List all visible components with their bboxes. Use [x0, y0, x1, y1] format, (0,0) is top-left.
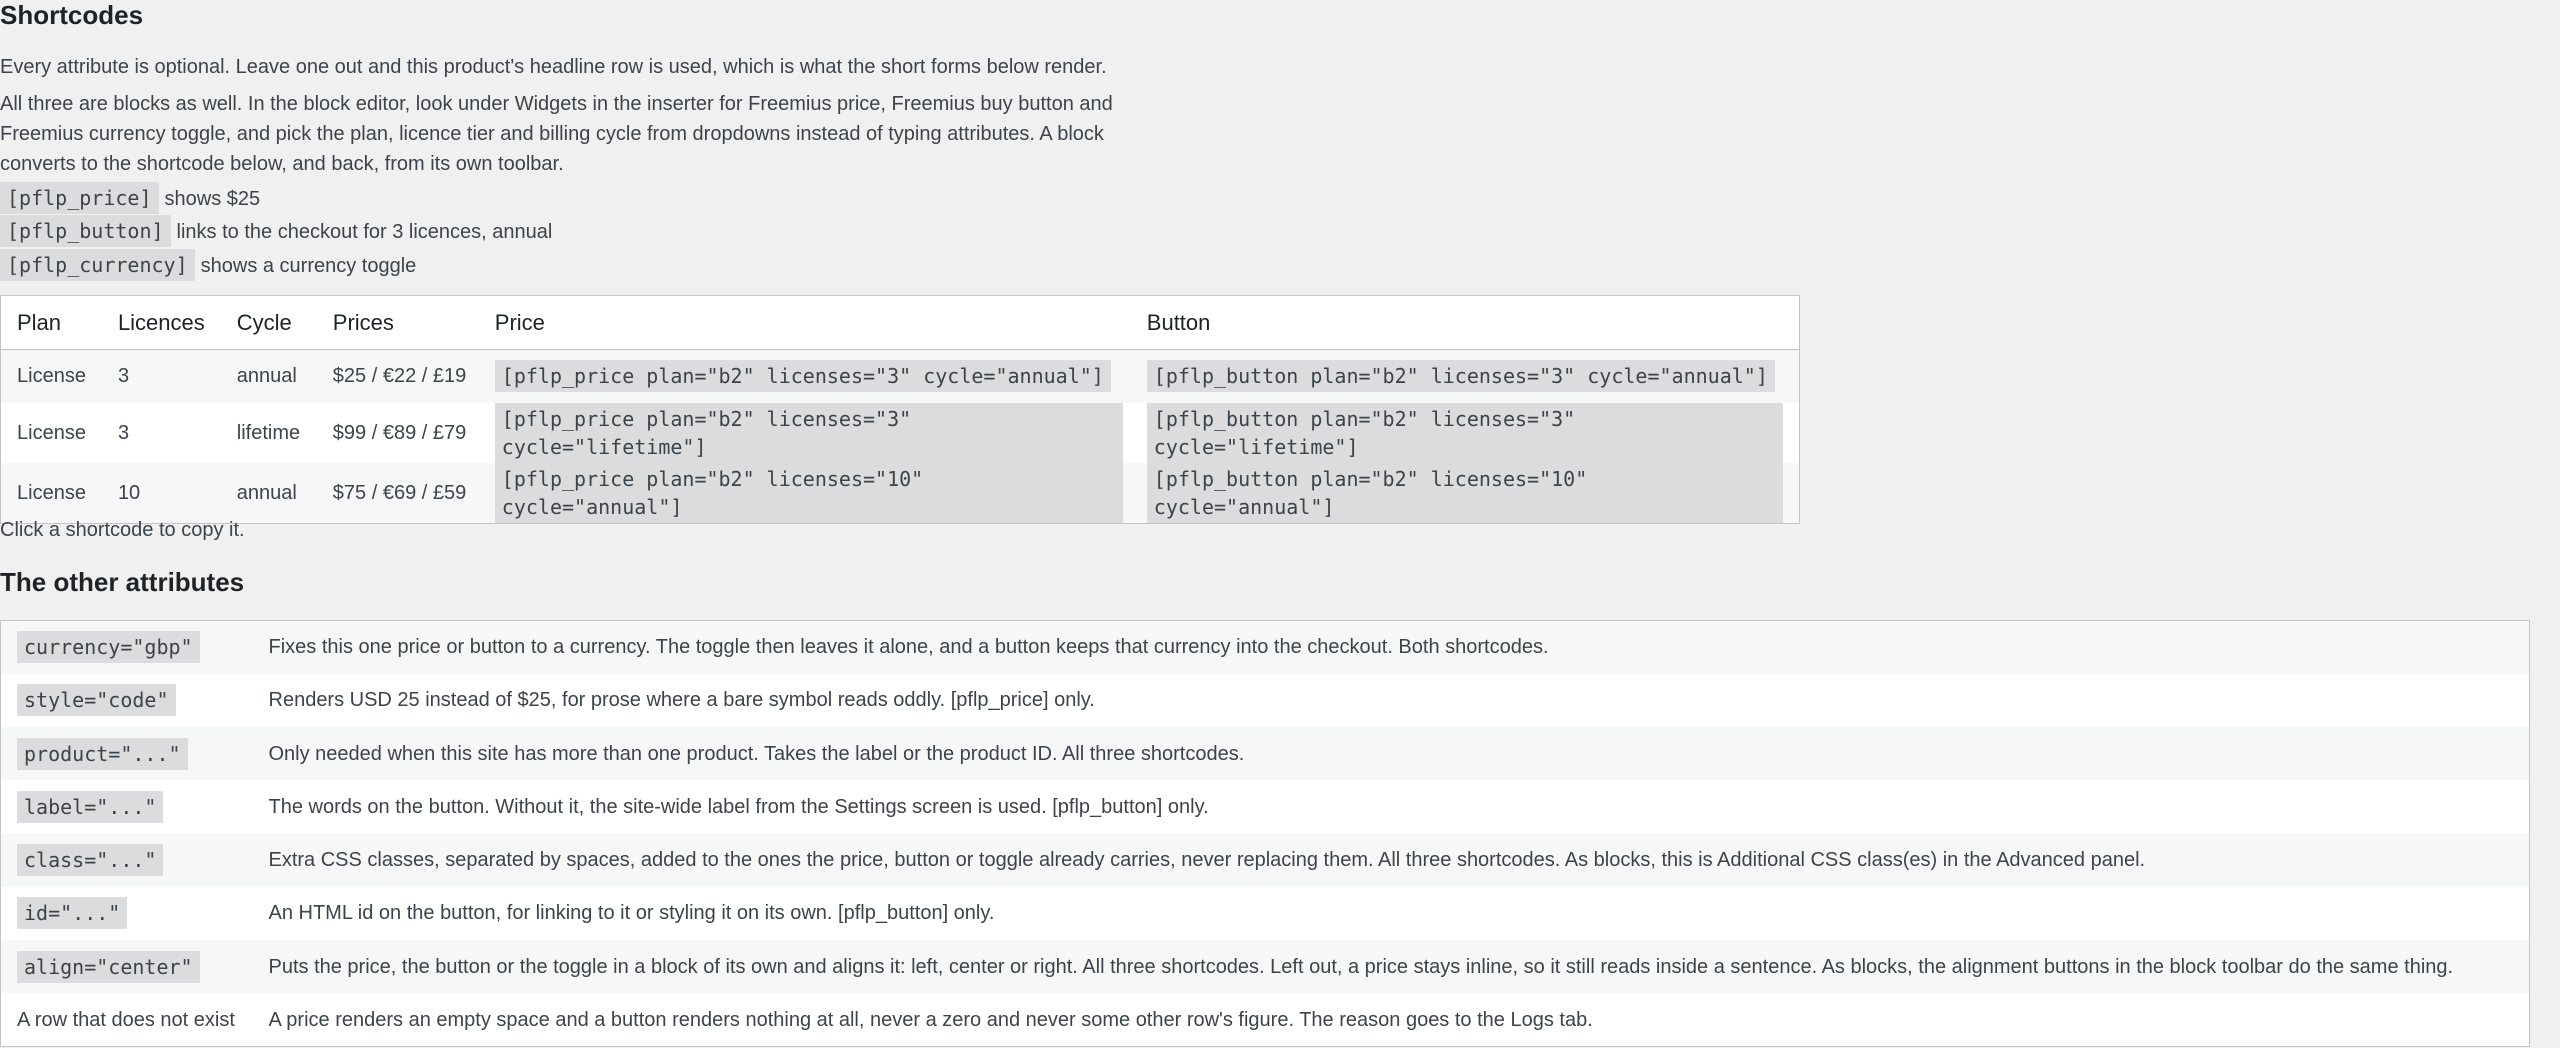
prices-cell: $25 / €22 / £19: [316, 349, 487, 403]
blocks-note: All three are blocks as well. In the blo…: [0, 93, 1113, 175]
price-shortcode[interactable]: [pflp_price]: [0, 182, 159, 214]
col-price-header: Price: [486, 295, 1139, 350]
price-shortcode[interactable]: [pflp_price plan="b2" licenses="3" cycle…: [494, 402, 1123, 463]
licences-cell: 3: [101, 349, 221, 403]
attribute-desc: An HTML id on the button, for linking to…: [254, 886, 2530, 940]
attribute-key-cell: style="code": [0, 673, 255, 727]
price-code-cell: [pflp_price plan="b2" licenses="3" cycle…: [486, 349, 1139, 403]
button-shortcode[interactable]: [pflp_button plan="b2" licenses="3" cycl…: [1146, 360, 1775, 393]
button-code-cell: [pflp_button plan="b2" licenses="10" cyc…: [1138, 462, 1800, 523]
prices-cell: $75 / €69 / £59: [316, 462, 487, 523]
plan-cell: License: [0, 402, 102, 463]
attribute-key-cell: align="center": [0, 940, 255, 994]
attribute-desc: Renders USD 25 instead of $25, for prose…: [254, 673, 2530, 727]
col-prices-header: Prices: [316, 295, 487, 350]
attribute-desc: Fixes this one price or button to a curr…: [254, 620, 2530, 674]
attribute-row: style="code" Renders USD 25 instead of $…: [0, 673, 2530, 727]
cycle-cell: lifetime: [220, 402, 317, 463]
copy-hint: Click a shortcode to copy it.: [0, 519, 245, 541]
price-code-cell: [pflp_price plan="b2" licenses="3" cycle…: [486, 402, 1139, 463]
attribute-row: A row that does not exist A price render…: [0, 993, 2530, 1047]
plans-table: Plan Licences Cycle Prices Price Button …: [0, 295, 1800, 524]
col-button-header: Button: [1138, 295, 1800, 350]
shortcodes-heading: Shortcodes: [0, 0, 144, 30]
table-row: License 10 annual $75 / €69 / £59 [pflp_…: [0, 462, 1800, 523]
attribute-row: class="..." Extra CSS classes, separated…: [0, 833, 2530, 887]
short-form-desc: shows $25: [164, 188, 261, 210]
short-form-button: [pflp_button] links to the checkout for 3…: [0, 215, 552, 247]
prices-cell: $99 / €89 / £79: [316, 402, 487, 463]
short-form-desc: links to the checkout for 3 licences, an…: [176, 221, 553, 243]
attributes-table: currency="gbp" Fixes this one price or b…: [0, 620, 2530, 1047]
button-code-cell: [pflp_button plan="b2" licenses="3" cycl…: [1138, 349, 1800, 403]
price-shortcode[interactable]: [pflp_price plan="b2" licenses="10" cycl…: [494, 462, 1123, 523]
attribute-row: currency="gbp" Fixes this one price or b…: [0, 620, 2530, 674]
button-shortcode[interactable]: [pflp_button]: [0, 215, 171, 247]
other-attributes-heading: The other attributes: [0, 567, 245, 597]
button-shortcode[interactable]: [pflp_button plan="b2" licenses="3" cycl…: [1146, 402, 1783, 463]
cycle-cell: annual: [220, 349, 317, 403]
short-form-price: [pflp_price] shows $25: [0, 182, 260, 214]
attribute-code[interactable]: currency="gbp": [17, 631, 200, 664]
attribute-row: align="center" Puts the price, the butto…: [0, 940, 2530, 994]
attribute-code[interactable]: class="...": [17, 844, 164, 877]
price-shortcode[interactable]: [pflp_price plan="b2" licenses="3" cycle…: [494, 360, 1111, 393]
attribute-row: label="..." The words on the button. Wit…: [0, 780, 2530, 834]
currency-shortcode[interactable]: [pflp_currency]: [0, 249, 195, 281]
attribute-key-cell: currency="gbp": [0, 620, 255, 674]
col-licences-header: Licences: [101, 295, 221, 350]
attribute-code[interactable]: product="...": [17, 737, 188, 770]
price-code-cell: [pflp_price plan="b2" licenses="10" cycl…: [486, 462, 1139, 523]
missing-row-label: A row that does not exist: [0, 993, 255, 1047]
attribute-code[interactable]: style="code": [17, 684, 176, 717]
button-shortcode[interactable]: [pflp_button plan="b2" licenses="10" cyc…: [1146, 462, 1783, 523]
cycle-cell: annual: [220, 462, 317, 523]
attribute-key-cell: id="...": [0, 886, 255, 940]
table-row: License 3 annual $25 / €22 / £19 [pflp_p…: [0, 349, 1800, 403]
col-plan-header: Plan: [0, 295, 102, 350]
intro-text: Every attribute is optional. Leave one o…: [0, 56, 1107, 78]
plan-cell: License: [0, 462, 102, 523]
attribute-key-cell: label="...": [0, 780, 255, 834]
attribute-row: id="..." An HTML id on the button, for l…: [0, 886, 2530, 940]
col-cycle-header: Cycle: [220, 295, 317, 350]
table-header-row: Plan Licences Cycle Prices Price Button: [0, 295, 1800, 350]
attribute-desc: The words on the button. Without it, the…: [254, 780, 2530, 834]
attribute-code[interactable]: label="...": [17, 790, 164, 823]
attribute-key-cell: class="...": [0, 833, 255, 887]
attribute-desc: A price renders an empty space and a but…: [254, 993, 2530, 1047]
short-form-currency: [pflp_currency] shows a currency toggle: [0, 249, 416, 281]
attribute-key-cell: product="...": [0, 727, 255, 781]
attribute-desc: Puts the price, the button or the toggle…: [254, 940, 2530, 994]
attribute-code[interactable]: align="center": [17, 950, 200, 983]
plan-cell: License: [0, 349, 102, 403]
licences-cell: 10: [101, 462, 221, 523]
table-row: License 3 lifetime $99 / €89 / £79 [pflp…: [0, 402, 1800, 463]
licences-cell: 3: [101, 402, 221, 463]
button-code-cell: [pflp_button plan="b2" licenses="3" cycl…: [1138, 402, 1800, 463]
attribute-desc: Only needed when this site has more than…: [254, 727, 2530, 781]
attribute-desc: Extra CSS classes, separated by spaces, …: [254, 833, 2530, 887]
attribute-code[interactable]: id="...": [17, 897, 128, 930]
short-form-desc: shows a currency toggle: [200, 255, 417, 277]
attribute-row: product="..." Only needed when this site…: [0, 727, 2530, 781]
